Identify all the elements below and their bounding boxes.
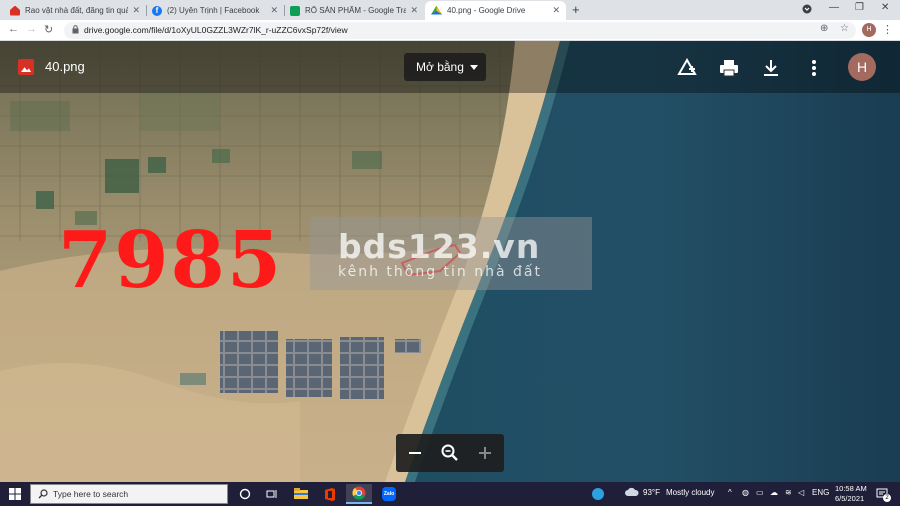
file-name: 40.png — [45, 59, 85, 74]
notification-icon[interactable]: 2 — [876, 487, 891, 502]
download-icon[interactable] — [760, 57, 782, 79]
open-with-label: Mở bằng — [416, 60, 464, 74]
taskbar-search-box[interactable]: Type here to search — [30, 484, 228, 504]
search-icon — [38, 489, 48, 499]
address-bar[interactable]: drive.google.com/file/d/1oXyUL0GZZL3WZr7… — [64, 22, 856, 39]
chrome-icon[interactable] — [346, 484, 372, 504]
notification-count: 2 — [883, 494, 891, 502]
zoom-out-icon[interactable] — [404, 442, 426, 464]
file-explorer-icon[interactable] — [288, 484, 314, 504]
meet-icon[interactable]: ◍ — [742, 488, 749, 497]
zoom-in-icon[interactable] — [474, 442, 496, 464]
open-with-button[interactable]: Mở bằng — [404, 53, 486, 81]
task-view-icon[interactable] — [259, 484, 285, 504]
lock-icon — [72, 25, 79, 34]
tab-sheets[interactable]: RỔ SẢN PHẨM - Google Trang tính ✕ — [284, 1, 424, 20]
windows-start-icon[interactable] — [9, 488, 21, 500]
drive-icon — [431, 5, 442, 15]
profile-avatar[interactable]: H — [862, 23, 876, 37]
forward-icon[interactable]: → — [26, 23, 37, 35]
zoom-reset-icon[interactable] — [439, 442, 461, 464]
tab-search-icon[interactable] — [802, 4, 812, 17]
close-window-icon[interactable]: ✕ — [881, 2, 889, 13]
home-icon — [10, 5, 20, 16]
close-icon[interactable]: ✕ — [410, 5, 418, 16]
language-indicator[interactable]: ENG — [812, 488, 829, 497]
print-icon[interactable] — [718, 57, 740, 79]
image-file-icon — [18, 59, 34, 75]
bookmark-star-icon[interactable]: ☆ — [840, 23, 849, 34]
tab-title: (2) Uyên Trịnh | Facebook — [167, 6, 260, 15]
sheets-icon — [290, 5, 300, 16]
tab-facebook[interactable]: f (2) Uyên Trịnh | Facebook ✕ — [146, 1, 284, 20]
tab-title: 40.png - Google Drive — [447, 6, 526, 15]
watermark: bds123.vn kênh thông tin nhà đất — [310, 217, 592, 290]
cortana-icon[interactable] — [232, 484, 258, 504]
tab-drive[interactable]: 40.png - Google Drive ✕ — [425, 1, 566, 20]
weather-icon[interactable] — [625, 487, 639, 499]
chevron-up-icon[interactable]: ^ — [728, 488, 732, 497]
listing-number: 7985 — [58, 215, 284, 306]
back-icon[interactable]: ← — [8, 23, 19, 35]
zalo-icon[interactable]: Zalo — [376, 484, 402, 504]
zoom-icon[interactable]: ⊕ — [820, 23, 828, 34]
account-avatar[interactable]: H — [848, 53, 876, 81]
close-icon[interactable]: ✕ — [552, 5, 560, 16]
facebook-icon: f — [152, 5, 162, 16]
wifi-icon[interactable]: ≋ — [785, 488, 792, 497]
url-text[interactable]: drive.google.com/file/d/1oXyUL0GZZL3WZr7… — [84, 25, 348, 35]
more-options-icon[interactable] — [803, 57, 825, 79]
volume-icon[interactable]: ◁ — [798, 488, 804, 497]
add-shortcut-icon[interactable] — [676, 57, 698, 79]
office-icon[interactable] — [317, 484, 343, 504]
close-icon[interactable]: ✕ — [132, 5, 140, 16]
clock-time[interactable]: 10:58 AM — [835, 484, 867, 493]
caret-down-icon — [470, 65, 478, 70]
tab-title: RỔ SẢN PHẨM - Google Trang tính — [305, 6, 407, 15]
windows-taskbar: Type here to search Zalo 93°F Mostly clo… — [0, 482, 900, 506]
battery-icon[interactable]: ▭ — [756, 488, 764, 497]
clock-date[interactable]: 6/5/2021 — [835, 494, 864, 503]
tab-rao-vat[interactable]: Rao vặt nhà đất, đăng tin quảng ✕ — [4, 1, 146, 20]
browser-menu-icon[interactable]: ⋮ — [882, 23, 893, 36]
zoom-controls — [396, 434, 504, 472]
security-icon[interactable] — [585, 484, 611, 504]
weather-temp: 93°F — [643, 488, 660, 497]
search-placeholder: Type here to search — [53, 489, 129, 499]
minimize-icon[interactable]: — — [829, 2, 839, 13]
weather-text: Mostly cloudy — [666, 488, 715, 497]
tab-title: Rao vặt nhà đất, đăng tin quảng — [25, 6, 129, 15]
tab-strip: Rao vặt nhà đất, đăng tin quảng ✕ f (2) … — [0, 0, 900, 20]
close-icon[interactable]: ✕ — [270, 5, 278, 16]
new-tab-button[interactable]: + — [572, 2, 580, 17]
browser-toolbar: ← → ↻ drive.google.com/file/d/1oXyUL0GZZ… — [0, 20, 900, 41]
watermark-slogan: kênh thông tin nhà đất — [338, 264, 542, 280]
reload-icon[interactable]: ↻ — [44, 23, 53, 36]
viewer-header: 40.png Mở bằng H — [0, 41, 900, 93]
watermark-brand: bds123.vn — [338, 227, 541, 266]
cloud-icon[interactable]: ☁ — [770, 488, 778, 497]
restore-icon[interactable]: ❐ — [855, 2, 864, 13]
